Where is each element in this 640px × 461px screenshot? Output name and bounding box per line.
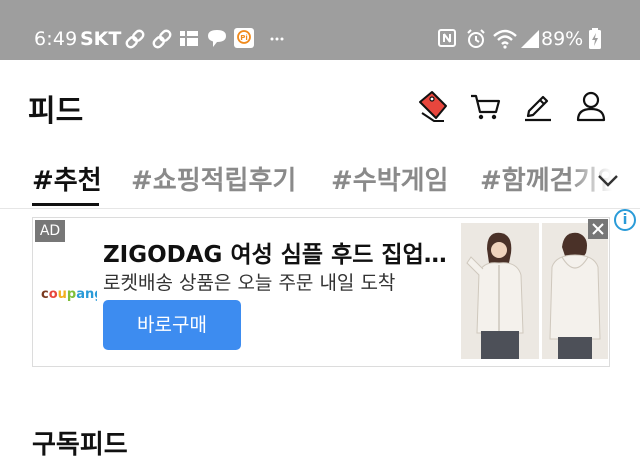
app-header: 피드 bbox=[0, 60, 640, 150]
tabs-expand-button[interactable] bbox=[594, 166, 622, 194]
write-button[interactable] bbox=[520, 88, 556, 124]
wifi-icon bbox=[493, 29, 517, 49]
coupon-button[interactable] bbox=[414, 88, 450, 124]
section-title: 구독피드 bbox=[32, 430, 128, 460]
close-icon bbox=[592, 223, 604, 235]
svg-text:coupang: coupang bbox=[41, 287, 97, 302]
ad-close-button[interactable] bbox=[588, 219, 608, 239]
pi-app-icon: Pi bbox=[234, 28, 254, 48]
ad-card[interactable]: AD coupang ZIGODAG 여성 심플 후드 집업 자켓 로켓배송 상… bbox=[32, 217, 610, 367]
ad-subtitle: 로켓배송 상품은 오늘 주문 내일 도착 bbox=[103, 272, 396, 294]
profile-icon bbox=[576, 91, 606, 122]
active-tab-indicator bbox=[32, 203, 99, 206]
alarm-icon bbox=[467, 29, 485, 48]
write-icon bbox=[525, 95, 551, 122]
profile-button[interactable] bbox=[573, 88, 609, 124]
svg-text:Pi: Pi bbox=[240, 34, 248, 42]
battery-charging-icon bbox=[589, 28, 601, 49]
link-icon bbox=[125, 29, 145, 49]
buy-now-button[interactable]: 바로구매 bbox=[103, 300, 241, 350]
battery-percent: 89% bbox=[541, 28, 584, 50]
signal-icon bbox=[521, 30, 539, 48]
product-image-back[interactable] bbox=[542, 223, 608, 359]
link-icon bbox=[152, 29, 172, 49]
app-grid-icon bbox=[180, 31, 198, 46]
chevron-down-icon bbox=[598, 175, 618, 187]
coupang-logo: coupang bbox=[41, 285, 104, 307]
status-bar: 6:49 SKT Pi 89% bbox=[0, 0, 640, 60]
ad-badge: AD bbox=[35, 220, 65, 242]
info-icon[interactable]: i bbox=[614, 209, 636, 231]
hashtag-tabs: #추천 #쇼핑적립후기 #수박게임 #함께걷기인증 bbox=[0, 150, 640, 209]
nfc-icon bbox=[438, 29, 456, 47]
more-dots-icon bbox=[270, 37, 284, 41]
tab-watermelon-game[interactable]: #수박게임 bbox=[331, 160, 448, 197]
status-time: 6:49 bbox=[34, 28, 78, 50]
tab-shopping-review[interactable]: #쇼핑적립후기 bbox=[131, 160, 296, 197]
coupon-tag-icon bbox=[419, 91, 447, 122]
cart-button[interactable] bbox=[467, 88, 503, 124]
cart-icon bbox=[471, 94, 501, 120]
tab-recommend[interactable]: #추천 bbox=[32, 160, 102, 197]
chat-bubble-icon bbox=[208, 30, 226, 47]
status-carrier: SKT bbox=[80, 28, 122, 50]
ad-title: ZIGODAG 여성 심플 후드 집업 자켓 bbox=[103, 242, 448, 268]
page-title: 피드 bbox=[28, 94, 84, 129]
product-image-front[interactable] bbox=[461, 223, 539, 359]
